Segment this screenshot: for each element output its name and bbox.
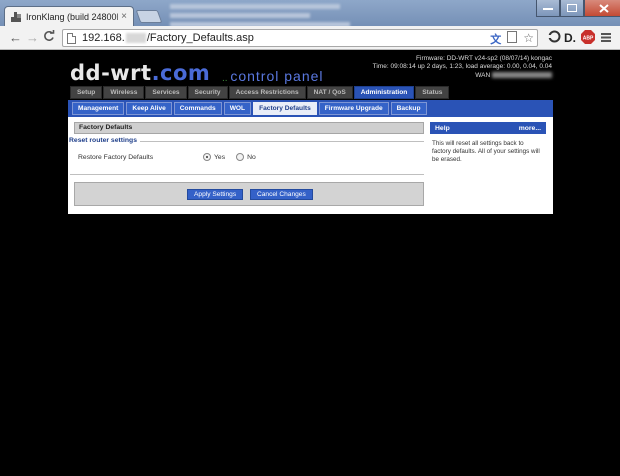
blurred-background-window: [170, 2, 350, 27]
tab-security[interactable]: Security: [187, 86, 228, 99]
close-window-icon[interactable]: [584, 0, 620, 17]
tab-setup[interactable]: Setup: [70, 86, 103, 99]
subtab-backup[interactable]: Backup: [390, 102, 427, 115]
star-icon[interactable]: ☆: [523, 31, 534, 47]
tab-title: IronKlang (build 24800M): [26, 11, 119, 22]
disconnect-icon[interactable]: [548, 30, 561, 47]
radio-no-label: No: [247, 153, 256, 161]
radio-yes[interactable]: [203, 153, 211, 161]
tab-services[interactable]: Services: [145, 86, 187, 99]
address-bar[interactable]: 192.168./Factory_Defaults.asp 文 ☆: [62, 29, 538, 47]
tab-wireless[interactable]: Wireless: [103, 86, 145, 99]
page-content: dd-wrt.com .. control panel Firmware: DD…: [0, 51, 620, 476]
content-panel: Factory Defaults Reset router settings R…: [68, 117, 553, 214]
radio-no[interactable]: [236, 153, 245, 161]
browser-tab[interactable]: IronKlang (build 24800M) ×: [4, 6, 134, 26]
d-extension-icon[interactable]: D.: [564, 30, 576, 46]
tab-status[interactable]: Status: [415, 86, 450, 99]
firmware-info: Firmware: DD-WRT v24-sp2 (08/07/14) kong…: [416, 55, 552, 62]
radio-yes-label: Yes: [214, 153, 226, 161]
section-title: Factory Defaults: [74, 122, 424, 134]
subtab-commands[interactable]: Commands: [173, 102, 222, 115]
forward-icon[interactable]: →: [26, 30, 39, 46]
window-controls: [536, 0, 620, 18]
omnibox-icons: 文 ☆: [490, 31, 534, 47]
fieldset-legend: Reset router settings: [69, 137, 140, 144]
back-icon[interactable]: ←: [9, 30, 22, 46]
tab-close-icon[interactable]: ×: [121, 11, 127, 22]
button-bar: Apply Settings Cancel Changes: [74, 182, 424, 206]
help-title: Help: [435, 124, 450, 132]
ddwrt-logo: dd-wrt.com: [70, 61, 211, 85]
translate-icon[interactable]: 文: [490, 31, 501, 47]
reload-icon[interactable]: [43, 30, 55, 46]
url-text: 192.168./Factory_Defaults.asp: [82, 32, 254, 44]
sub-nav: Management Keep Alive Commands WOL Facto…: [72, 102, 427, 115]
browser-titlebar: IronKlang (build 24800M) ×: [0, 0, 620, 27]
redacted-wan: [492, 72, 552, 79]
tab-access-restrictions[interactable]: Access Restrictions: [228, 86, 306, 99]
control-panel-title: .. control panel: [222, 68, 324, 84]
wan-info: WAN: [373, 72, 552, 80]
subtab-management[interactable]: Management: [72, 102, 125, 115]
apply-settings-button[interactable]: Apply Settings: [187, 189, 244, 200]
tab-administration[interactable]: Administration: [353, 86, 415, 99]
browser-toolbar: ← → 192.168./Factory_Defaults.asp 文 ☆ D.…: [0, 26, 620, 50]
router-favicon-icon: [11, 11, 21, 22]
restore-defaults-label: Restore Factory Defaults: [78, 154, 154, 161]
subtab-factory-defaults[interactable]: Factory Defaults: [253, 102, 317, 115]
tab-nat-qos[interactable]: NAT / QoS: [306, 86, 353, 99]
main-nav: Setup Wireless Services Security Access …: [70, 86, 450, 99]
adblock-icon[interactable]: ABP: [581, 30, 595, 48]
svg-text:ABP: ABP: [583, 36, 594, 42]
page-icon: [67, 32, 76, 44]
new-tab-button[interactable]: [135, 10, 163, 23]
help-header: Help more...: [430, 122, 546, 134]
minimize-icon[interactable]: [536, 0, 560, 17]
subtab-wol[interactable]: WOL: [223, 102, 252, 115]
redacted-ip: [125, 33, 146, 43]
menu-icon[interactable]: [601, 30, 611, 46]
subtab-firmware-upgrade[interactable]: Firmware Upgrade: [318, 102, 389, 115]
page-action-icon[interactable]: [507, 31, 518, 47]
router-info: Firmware: DD-WRT v24-sp2 (08/07/14) kong…: [373, 55, 552, 80]
help-text: This will reset all settings back to fac…: [432, 140, 540, 163]
subtab-keep-alive[interactable]: Keep Alive: [126, 102, 172, 115]
help-panel: Help more... This will reset all setting…: [430, 122, 546, 163]
restore-defaults-options: Yes No: [203, 153, 256, 161]
cancel-changes-button[interactable]: Cancel Changes: [250, 189, 313, 200]
uptime-info: Time: 09:08:14 up 2 days, 1:23, load ave…: [372, 63, 552, 71]
help-more-link[interactable]: more...: [519, 125, 541, 132]
maximize-icon[interactable]: [560, 0, 584, 17]
